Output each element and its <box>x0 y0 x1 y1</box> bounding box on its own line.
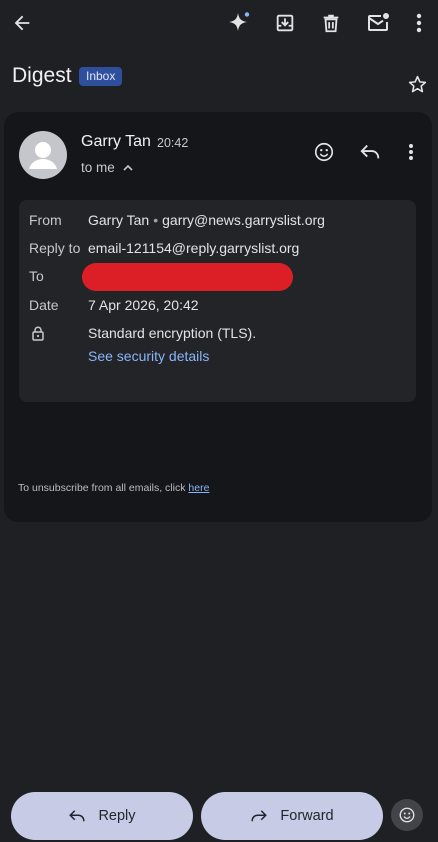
message-card: Garry Tan 20:42 to me From Garry Tan • gar… <box>4 112 432 522</box>
arrow-back-icon[interactable] <box>9 10 35 36</box>
reply-arrow-icon <box>69 810 85 822</box>
archive-icon[interactable] <box>272 10 298 36</box>
date-label: Date <box>29 297 59 313</box>
date-value: 7 Apr 2026, 20:42 <box>88 297 199 313</box>
sender-name[interactable]: Garry Tan <box>81 133 151 151</box>
encryption-text: Standard encryption (TLS). <box>88 325 257 341</box>
from-email: garry@news.garryslist.org <box>162 212 325 228</box>
chevron-up-icon <box>123 164 133 171</box>
recipient-summary: to me <box>81 160 115 175</box>
security-details-link[interactable]: See security details <box>88 348 209 364</box>
message-details-panel: From Garry Tan • garry@news.garryslist.org… <box>19 200 416 402</box>
star-outline-icon[interactable] <box>405 72 429 96</box>
inbox-label-chip[interactable]: Inbox <box>79 67 123 86</box>
forward-button[interactable]: Forward <box>201 792 383 840</box>
unsubscribe-text: To unsubscribe from all emails, click he… <box>18 482 209 494</box>
forward-arrow-icon <box>251 810 268 822</box>
unsubscribe-link[interactable]: here <box>188 482 209 494</box>
from-label: From <box>29 212 62 228</box>
emoji-reaction-button[interactable] <box>391 799 423 831</box>
reply-to-label: Reply to <box>29 240 81 256</box>
reply-button[interactable]: Reply <box>11 792 193 840</box>
forward-button-label: Forward <box>280 808 334 824</box>
trash-icon[interactable] <box>318 10 344 36</box>
from-separator: • <box>153 212 159 228</box>
unsubscribe-prefix: To unsubscribe from all emails, click <box>18 482 189 494</box>
message-more-icon[interactable] <box>398 139 424 165</box>
sender-avatar[interactable] <box>19 131 67 179</box>
emoji-react-icon[interactable] <box>311 139 337 165</box>
person-icon <box>29 142 57 169</box>
from-name: Garry Tan <box>88 212 150 228</box>
message-time: 20:42 <box>157 136 189 150</box>
email-subject: Digest <box>12 64 72 87</box>
email-view: Digest Inbox Garry Tan 20:42 to me From … <box>0 0 438 842</box>
from-value[interactable]: Garry Tan • garry@news.garryslist.org <box>88 212 325 228</box>
to-label: To <box>29 268 44 284</box>
mark-unread-icon[interactable] <box>365 10 391 36</box>
lock-icon <box>32 326 44 344</box>
more-vert-icon[interactable] <box>406 10 432 36</box>
reply-button-label: Reply <box>98 808 136 824</box>
emoji-icon <box>399 807 415 823</box>
top-toolbar <box>0 0 438 48</box>
recipient-toggle[interactable]: to me <box>81 160 133 175</box>
gemini-sparkle-icon[interactable] <box>226 10 252 36</box>
reply-to-value[interactable]: email-121154@reply.garryslist.org <box>88 240 299 256</box>
redaction-mark <box>82 263 293 291</box>
reply-icon[interactable] <box>357 139 383 165</box>
